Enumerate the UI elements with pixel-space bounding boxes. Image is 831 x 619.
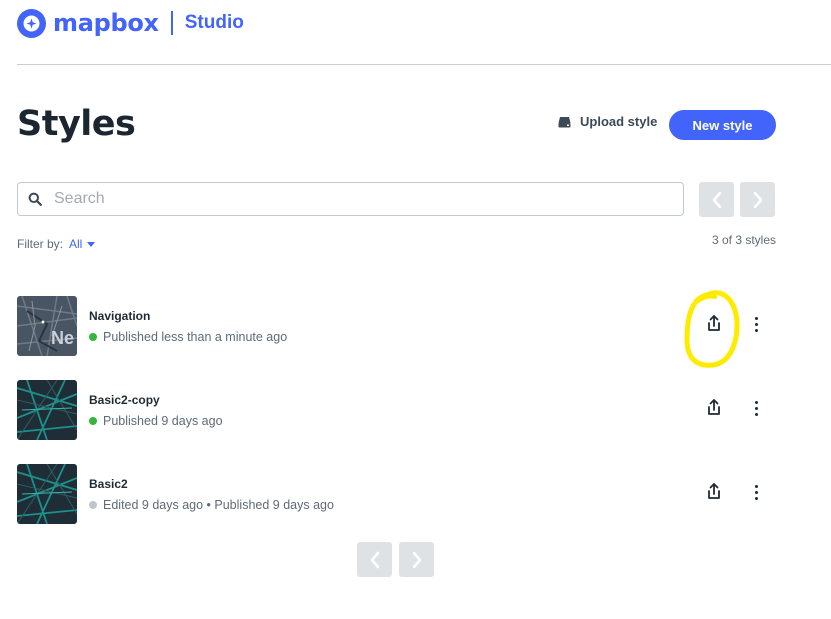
upload-tray-icon: [558, 116, 571, 127]
svg-text:Ne: Ne: [51, 328, 74, 348]
mapbox-logo-icon[interactable]: [17, 8, 46, 38]
brand-divider: [170, 11, 173, 35]
more-options-icon[interactable]: [747, 314, 765, 334]
more-options-icon[interactable]: [747, 482, 765, 502]
filter-label: Filter by:: [17, 237, 64, 251]
search-field[interactable]: [17, 182, 684, 216]
style-name[interactable]: Basic2: [89, 477, 128, 491]
upload-style-label: Upload style: [580, 114, 658, 129]
chevron-right-icon: [753, 191, 762, 208]
filter-dropdown[interactable]: All: [69, 237, 82, 251]
page-title: Styles: [17, 104, 136, 144]
filter-control: Filter by: All: [17, 237, 96, 251]
style-row-navigation[interactable]: Ne Navigation Published less than a minu…: [17, 296, 777, 356]
navigation-map-thumbnail[interactable]: Ne: [17, 296, 77, 356]
bottom-next-page-button[interactable]: [399, 542, 434, 577]
styles-count: 3 of 3 styles: [711, 233, 776, 247]
share-icon[interactable]: [705, 398, 723, 418]
status-text: Published less than a minute ago: [103, 330, 288, 344]
app-header: mapbox Studio: [17, 8, 244, 38]
style-row-basic2-copy[interactable]: Basic2-copy Published 9 days ago: [17, 380, 777, 440]
status-text: Edited 9 days ago • Published 9 days ago: [103, 498, 334, 512]
status-dot: [89, 501, 97, 509]
chevron-left-icon: [712, 191, 721, 208]
chevron-right-icon: [412, 551, 421, 568]
more-options-icon[interactable]: [747, 398, 765, 418]
header-divider: [17, 64, 831, 65]
next-page-button[interactable]: [740, 182, 775, 217]
brand-name[interactable]: mapbox: [53, 9, 159, 37]
product-name[interactable]: Studio: [185, 12, 244, 34]
search-icon: [28, 192, 42, 206]
search-input[interactable]: [52, 189, 656, 209]
upload-style-button[interactable]: Upload style: [558, 114, 657, 129]
style-status: Published less than a minute ago: [89, 330, 287, 344]
status-dot: [89, 417, 97, 425]
share-icon[interactable]: [705, 482, 723, 502]
style-name[interactable]: Basic2-copy: [89, 393, 160, 407]
share-icon[interactable]: [705, 314, 723, 334]
style-status: Published 9 days ago: [89, 414, 223, 428]
dark-teal-map-thumbnail[interactable]: [17, 464, 77, 524]
status-text: Published 9 days ago: [103, 414, 223, 428]
status-dot: [89, 333, 97, 341]
dark-teal-map-thumbnail[interactable]: [17, 380, 77, 440]
previous-page-button[interactable]: [699, 182, 734, 217]
chevron-left-icon: [370, 551, 379, 568]
style-status: Edited 9 days ago • Published 9 days ago: [89, 498, 334, 512]
style-name[interactable]: Navigation: [89, 309, 150, 323]
new-style-button[interactable]: New style: [669, 110, 776, 140]
caret-down-icon[interactable]: [87, 241, 96, 247]
bottom-previous-page-button[interactable]: [357, 542, 392, 577]
style-row-basic2[interactable]: Basic2 Edited 9 days ago • Published 9 d…: [17, 464, 777, 524]
